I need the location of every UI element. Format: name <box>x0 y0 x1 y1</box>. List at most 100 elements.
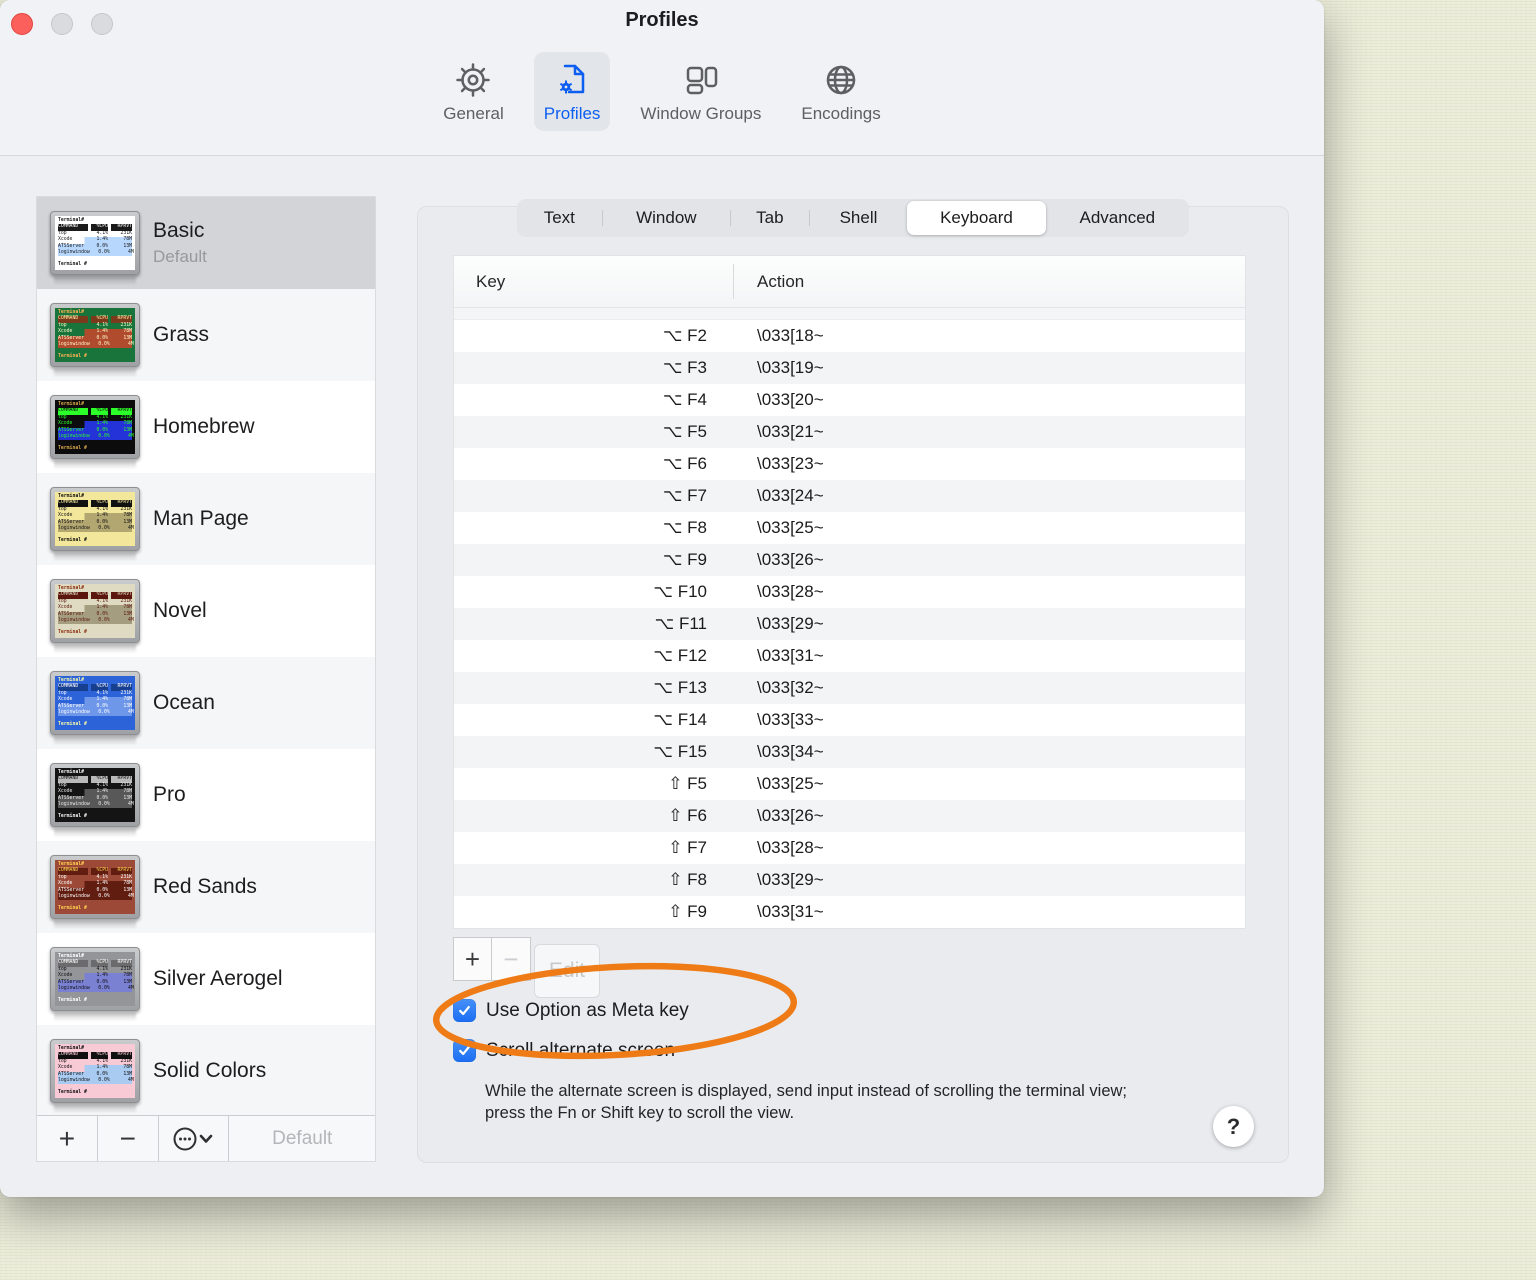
table-row[interactable]: ⇧ F6 \033[26~ <box>454 800 1245 832</box>
table-header: Key Action <box>454 256 1245 308</box>
table-row[interactable]: ⌥ F13 \033[32~ <box>454 672 1245 704</box>
action-cell: \033[26~ <box>757 550 824 569</box>
help-button[interactable]: ? <box>1213 1106 1254 1147</box>
scroll-alternate-screen-checkbox-row[interactable]: Scroll alternate screen <box>453 1039 675 1062</box>
profile-rows: Terminal# COMMAND %CPU RPRVT top 4.1% 231K Xcod… <box>37 197 375 1117</box>
action-cell: \033[25~ <box>757 518 824 537</box>
profile-row-basic[interactable]: Terminal# COMMAND %CPU RPRVT top 4.1% 231K Xcod… <box>37 197 375 289</box>
profile-default-badge: Default <box>153 247 207 266</box>
action-cell: \033[32~ <box>757 678 824 697</box>
terminal-thumbnail-screen: Terminal# COMMAND %CPU RPRVT top 4.1% 231K Xcod… <box>55 216 135 270</box>
profile-row-red-sands[interactable]: Terminal# COMMAND %CPU RPRVT top 4.1% 231K Xcod… <box>37 841 375 933</box>
profile-thumbnail: Terminal# COMMAND %CPU RPRVT top 4.1% 231K Xcod… <box>50 395 140 469</box>
toolbar-item-label: Encodings <box>801 104 881 123</box>
thumb-prompt: Terminal # <box>58 262 87 268</box>
column-divider[interactable] <box>733 264 734 299</box>
tab-text[interactable]: Text <box>517 199 602 237</box>
tab-keyboard[interactable]: Keyboard <box>907 201 1046 235</box>
key-cell: ⇧ F7 <box>668 838 707 857</box>
profile-row-silver-aerogel[interactable]: Terminal# COMMAND %CPU RPRVT top 4.1% 231K Xcod… <box>37 933 375 1025</box>
table-row[interactable]: ⌥ F12 \033[31~ <box>454 640 1245 672</box>
key-cell: ⇧ F9 <box>668 902 707 921</box>
profile-row-homebrew[interactable]: Terminal# COMMAND %CPU RPRVT top 4.1% 231K Xcod… <box>37 381 375 473</box>
use-option-as-meta-checkbox-row[interactable]: Use Option as Meta key <box>453 999 689 1022</box>
toolbar-item-profiles[interactable]: Profiles <box>533 52 611 131</box>
profile-row-grass[interactable]: Terminal# COMMAND %CPU RPRVT top 4.1% 231K Xcod… <box>37 289 375 381</box>
checkbox-label[interactable]: Use Option as Meta key <box>486 1000 689 1022</box>
action-cell: \033[26~ <box>757 806 824 825</box>
table-row[interactable]: ⌥ F4 \033[20~ <box>454 384 1245 416</box>
table-row[interactable]: ⌥ F7 \033[24~ <box>454 480 1245 512</box>
window-title: Profiles <box>625 9 699 31</box>
action-cell: \033[28~ <box>757 838 824 857</box>
profile-row-solid-colors[interactable]: Terminal# COMMAND %CPU RPRVT top 4.1% 231K Xcod… <box>37 1025 375 1117</box>
table-row[interactable]: ⌥ F11 \033[29~ <box>454 608 1245 640</box>
remove-key-button[interactable]: − <box>492 937 531 981</box>
profile-row-man-page[interactable]: Terminal# COMMAND %CPU RPRVT top 4.1% 231K Xcod… <box>37 473 375 565</box>
profile-row-novel[interactable]: Terminal# COMMAND %CPU RPRVT top 4.1% 231K Xcod… <box>37 565 375 657</box>
action-cell: \033[33~ <box>757 710 824 729</box>
add-key-button[interactable]: + <box>453 937 492 981</box>
profile-name: Grass <box>153 323 210 346</box>
thumb-prompt: Terminal # <box>58 1090 87 1096</box>
preferences-window: Profiles General Profiles Window Groups … <box>0 0 1324 1197</box>
table-row[interactable]: ⌥ F5 \033[21~ <box>454 416 1245 448</box>
terminal-thumbnail-screen: Terminal# COMMAND %CPU RPRVT top 4.1% 231K Xcod… <box>55 768 135 822</box>
table-row[interactable]: ⌥ F6 \033[23~ <box>454 448 1245 480</box>
add-profile-button[interactable]: + <box>37 1116 98 1161</box>
key-cell: ⌥ F13 <box>653 678 707 697</box>
toolbar-item-window-groups[interactable]: Window Groups <box>630 52 771 131</box>
action-cell: \033[29~ <box>757 870 824 889</box>
thumbnail-reflection <box>54 1013 136 1021</box>
terminal-thumbnail-frame: Terminal# COMMAND %CPU RPRVT top 4.1% 231K Xcod… <box>50 671 140 735</box>
key-cell: ⇧ F8 <box>668 870 707 889</box>
checkbox-checked-icon[interactable] <box>453 1039 476 1062</box>
table-row[interactable]: ⌥ F10 \033[28~ <box>454 576 1245 608</box>
terminal-thumbnail-frame: Terminal# COMMAND %CPU RPRVT top 4.1% 231K Xcod… <box>50 947 140 1011</box>
table-row[interactable]: ⇧ F7 \033[28~ <box>454 832 1245 864</box>
thumbnail-reflection <box>54 461 136 469</box>
default-button[interactable]: Default <box>229 1116 376 1161</box>
thumbnail-reflection <box>54 553 136 561</box>
table-row[interactable]: ⇧ F8 \033[29~ <box>454 864 1245 896</box>
table-row[interactable]: ⌥ F3 \033[19~ <box>454 352 1245 384</box>
profile-row-pro[interactable]: Terminal# COMMAND %CPU RPRVT top 4.1% 231K Xcod… <box>37 749 375 841</box>
tab-shell[interactable]: Shell <box>810 199 908 237</box>
tab-window[interactable]: Window <box>603 199 730 237</box>
table-row[interactable]: ⇧ F5 \033[25~ <box>454 768 1245 800</box>
table-row[interactable]: ⌥ F2 \033[18~ <box>454 320 1245 352</box>
checkbox-label[interactable]: Scroll alternate screen <box>486 1040 675 1062</box>
table-row[interactable]: ⌥ F9 \033[26~ <box>454 544 1245 576</box>
terminal-thumbnail-screen: Terminal# COMMAND %CPU RPRVT top 4.1% 231K Xcod… <box>55 400 135 454</box>
table-row[interactable]: ⇧ F9 \033[31~ <box>454 896 1245 928</box>
tab-tab[interactable]: Tab <box>731 199 809 237</box>
table-row[interactable]: ⌥ F8 \033[25~ <box>454 512 1245 544</box>
thumbnail-reflection <box>54 829 136 837</box>
profile-row-ocean[interactable]: Terminal# COMMAND %CPU RPRVT top 4.1% 231K Xcod… <box>37 657 375 749</box>
thumb-row: loginwindow 0.0% 4M <box>58 434 134 441</box>
profile-name: Ocean <box>153 691 215 714</box>
toolbar-item-general[interactable]: General <box>433 52 513 131</box>
thumb-prompt: Terminal # <box>58 722 87 728</box>
tab-advanced[interactable]: Advanced <box>1046 199 1189 237</box>
profile-document-icon <box>552 58 592 102</box>
terminal-thumbnail-screen: Terminal# COMMAND %CPU RPRVT top 4.1% 231K Xcod… <box>55 584 135 638</box>
remove-profile-button[interactable]: − <box>97 1116 159 1161</box>
edit-key-button[interactable]: Edit <box>534 944 600 998</box>
toolbar-item-encodings[interactable]: Encodings <box>791 52 890 131</box>
terminal-thumbnail-frame: Terminal# COMMAND %CPU RPRVT top 4.1% 231K Xcod… <box>50 1039 140 1103</box>
titlebar: Profiles General Profiles Window Groups … <box>0 0 1324 156</box>
profile-name: Homebrew <box>153 415 255 438</box>
table-row[interactable]: ⌥ F15 \033[34~ <box>454 736 1245 768</box>
thumbnail-reflection <box>54 277 136 285</box>
checkbox-checked-icon[interactable] <box>453 999 476 1022</box>
profile-name: Man Page <box>153 507 249 530</box>
thumb-prompt: Terminal # <box>58 814 87 820</box>
toolbar-item-label: Profiles <box>543 104 601 123</box>
table-row[interactable]: ⌥ F14 \033[33~ <box>454 704 1245 736</box>
terminal-thumbnail-frame: Terminal# COMMAND %CPU RPRVT top 4.1% 231K Xcod… <box>50 303 140 367</box>
more-actions-button[interactable] <box>158 1116 230 1161</box>
action-cell: \033[34~ <box>757 742 824 761</box>
terminal-thumbnail-screen: Terminal# COMMAND %CPU RPRVT top 4.1% 231K Xcod… <box>55 1044 135 1098</box>
terminal-thumbnail-screen: Terminal# COMMAND %CPU RPRVT top 4.1% 231K Xcod… <box>55 860 135 914</box>
